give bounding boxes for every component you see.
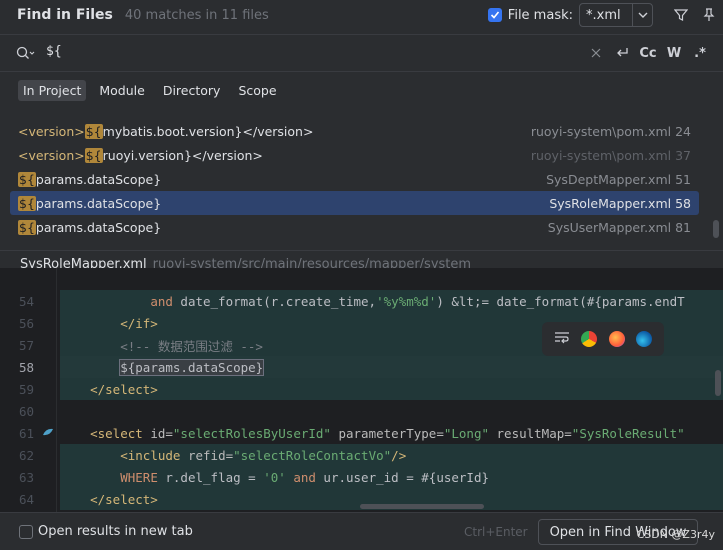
- tab-scope[interactable]: Scope: [233, 80, 281, 101]
- file-mask-area: File mask: *.xml: [487, 0, 723, 30]
- tab-in-project[interactable]: In Project: [18, 80, 87, 101]
- search-options: Cc W .*: [585, 41, 711, 65]
- result-file: SysRoleMapper.xml 58: [549, 195, 691, 211]
- tab-directory[interactable]: Directory: [158, 80, 226, 101]
- result-file: ruoyi-system\pom.xml 37: [530, 147, 691, 163]
- check-icon: [490, 11, 499, 19]
- code-line: 61 <select id="selectRolesByUserId" para…: [18, 425, 685, 441]
- code-line: 63 WHERE r.del_flag = '0' and ur.user_id…: [18, 469, 489, 485]
- chevron-down-icon[interactable]: [632, 4, 652, 26]
- result-file: SysUserMapper.xml 81: [547, 219, 691, 235]
- bean-icon[interactable]: [42, 426, 54, 441]
- results-scrollbar[interactable]: [713, 220, 719, 238]
- result-row[interactable]: <version>${ruoyi.version}</version> ruoy…: [10, 143, 699, 167]
- soft-wrap-icon[interactable]: [554, 330, 570, 348]
- result-row[interactable]: ${params.dataScope} SysUserMapper.xml 81: [10, 215, 699, 239]
- results-list: <version>${mybatis.boot.version}</versio…: [0, 118, 723, 240]
- open-new-tab-label: Open results in new tab: [38, 524, 193, 539]
- regex-button[interactable]: .*: [689, 41, 711, 65]
- watermark: CSDN @Z3r4y: [636, 528, 715, 541]
- shortcut-hint: Ctrl+Enter: [464, 525, 528, 539]
- result-row[interactable]: ${params.dataScope} SysDeptMapper.xml 51: [10, 167, 699, 191]
- result-file: ruoyi-system\pom.xml 24: [530, 123, 691, 139]
- match-count: 40 matches in 11 files: [124, 7, 269, 23]
- search-input[interactable]: [46, 44, 466, 59]
- file-mask-value: *.xml: [586, 7, 621, 23]
- editor-hscrollbar[interactable]: [360, 504, 484, 509]
- clear-icon[interactable]: [585, 41, 607, 65]
- code-line: 59 </select>: [18, 381, 158, 397]
- scope-tabs: In Project Module Directory Scope: [18, 80, 282, 101]
- file-mask-select[interactable]: *.xml: [579, 3, 653, 27]
- result-row-selected[interactable]: ${params.dataScope} SysRoleMapper.xml 58: [10, 191, 699, 215]
- firefox-icon[interactable]: [608, 331, 625, 347]
- code-line: 62 <include refid="selectRoleContactVo"/…: [18, 447, 407, 463]
- result-file: SysDeptMapper.xml 51: [546, 171, 691, 187]
- filter-icon[interactable]: [667, 1, 695, 29]
- file-mask-label: File mask:: [507, 7, 573, 23]
- code-line-current: 58 ${params.dataScope}: [18, 358, 265, 376]
- tab-module[interactable]: Module: [94, 80, 149, 101]
- edge-icon[interactable]: [636, 331, 653, 347]
- code-line: 54 and date_format(r.create_time,'%y%m%d…: [18, 293, 685, 309]
- footer: Open results in new tab Ctrl+Enter Open …: [0, 512, 723, 550]
- editor-scrollbar[interactable]: [715, 370, 721, 396]
- code-line: 60: [18, 403, 34, 419]
- match-case-button[interactable]: Cc: [637, 41, 659, 65]
- open-new-tab-checkbox[interactable]: [19, 525, 33, 539]
- file-mask-checkbox[interactable]: [487, 8, 502, 22]
- newline-icon[interactable]: [611, 41, 633, 65]
- dialog-title: Find in Files: [17, 7, 113, 23]
- whole-word-button[interactable]: W: [663, 41, 685, 65]
- pin-icon[interactable]: [695, 1, 723, 29]
- code-preview[interactable]: 54 and date_format(r.create_time,'%y%m%d…: [0, 268, 723, 512]
- search-row: Cc W .*: [0, 34, 723, 72]
- search-history-icon[interactable]: [16, 46, 36, 64]
- result-row[interactable]: <version>${mybatis.boot.version}</versio…: [10, 119, 699, 143]
- chrome-icon[interactable]: [581, 331, 598, 347]
- open-in-browser-bar: [542, 322, 664, 356]
